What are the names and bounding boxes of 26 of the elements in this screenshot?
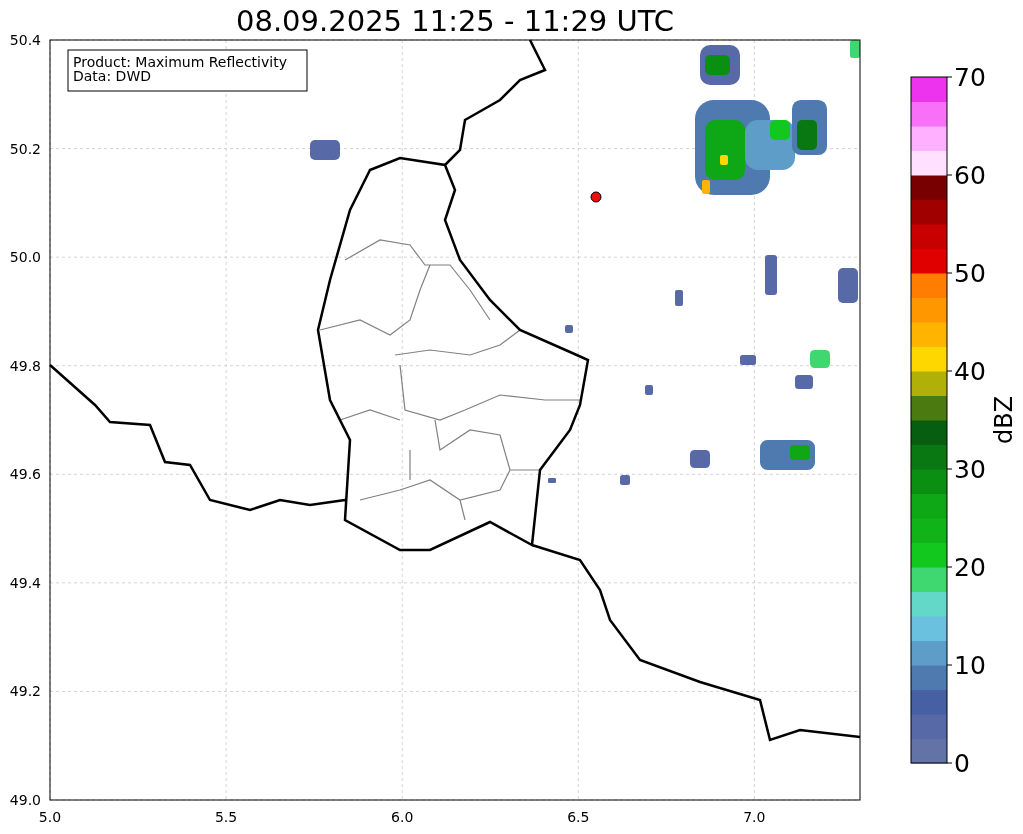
colorbar-tick-label: 70 xyxy=(954,63,986,92)
chart-title: 08.09.2025 11:25 - 11:29 UTC xyxy=(236,4,674,38)
axis-tick-label: 49.2 xyxy=(9,683,41,700)
axis-tick-label: 5.0 xyxy=(38,809,62,825)
axis-tick-label: 6.0 xyxy=(391,809,414,825)
axis-tick-label: 5.5 xyxy=(214,809,238,825)
info-text: Product: Maximum Reflectivity xyxy=(73,54,287,70)
axis-tick-label: 49.8 xyxy=(9,357,41,374)
axis-tick-label: 49.0 xyxy=(9,792,41,808)
axis-tick-label: 50.4 xyxy=(9,32,41,48)
colorbar-tick-label: 10 xyxy=(954,651,986,680)
colorbar-tick-label: 60 xyxy=(954,161,986,190)
axis-tick-label: 49.6 xyxy=(9,466,41,483)
colorbar-tick-label: 40 xyxy=(954,357,986,386)
axis-tick-label: 50.2 xyxy=(9,140,41,157)
axis-tick-label: 50.0 xyxy=(9,249,41,266)
radar-site-marker xyxy=(590,191,602,203)
colorbar-tick-label: 50 xyxy=(954,259,986,288)
colorbar-tick-label: 30 xyxy=(954,455,986,484)
axis-tick-label: 6.5 xyxy=(567,809,590,825)
colorbar-tick-label: 20 xyxy=(954,553,986,582)
axis-tick-label: 49.4 xyxy=(9,574,41,591)
axis-tick-label: 7.0 xyxy=(743,809,766,825)
colorbar-tick-label: 0 xyxy=(954,749,970,778)
info-text: Data: DWD xyxy=(73,68,151,84)
colorbar-label: dBZ xyxy=(990,395,1018,445)
